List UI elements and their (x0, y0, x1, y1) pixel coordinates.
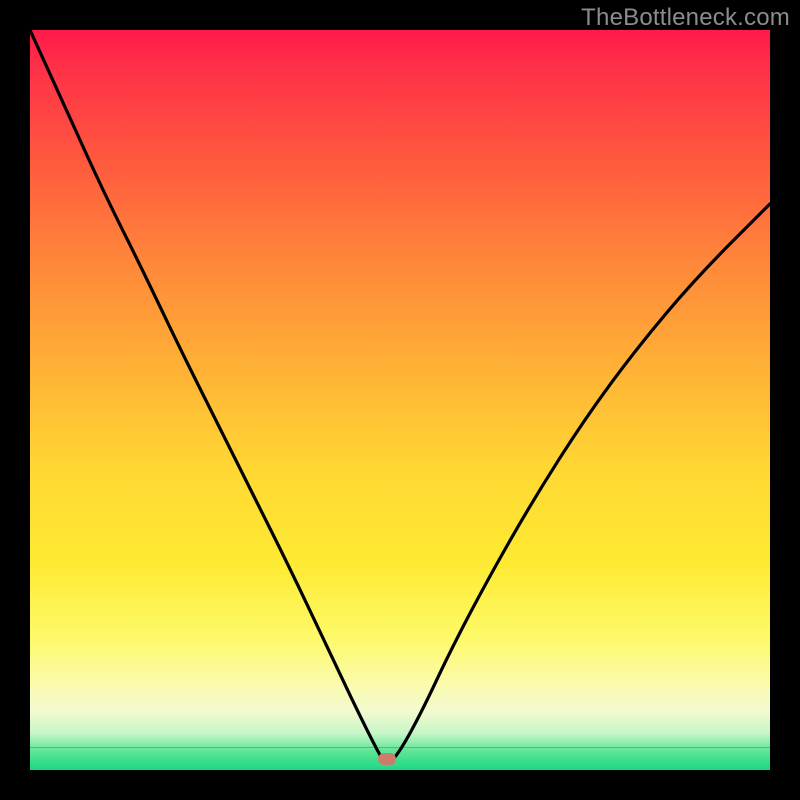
chart-frame: TheBottleneck.com (0, 0, 800, 800)
watermark-text: TheBottleneck.com (581, 4, 790, 32)
curve-svg (30, 30, 770, 770)
plot-area (30, 30, 770, 770)
optimum-marker (378, 753, 396, 765)
bottleneck-curve-path (30, 30, 770, 763)
